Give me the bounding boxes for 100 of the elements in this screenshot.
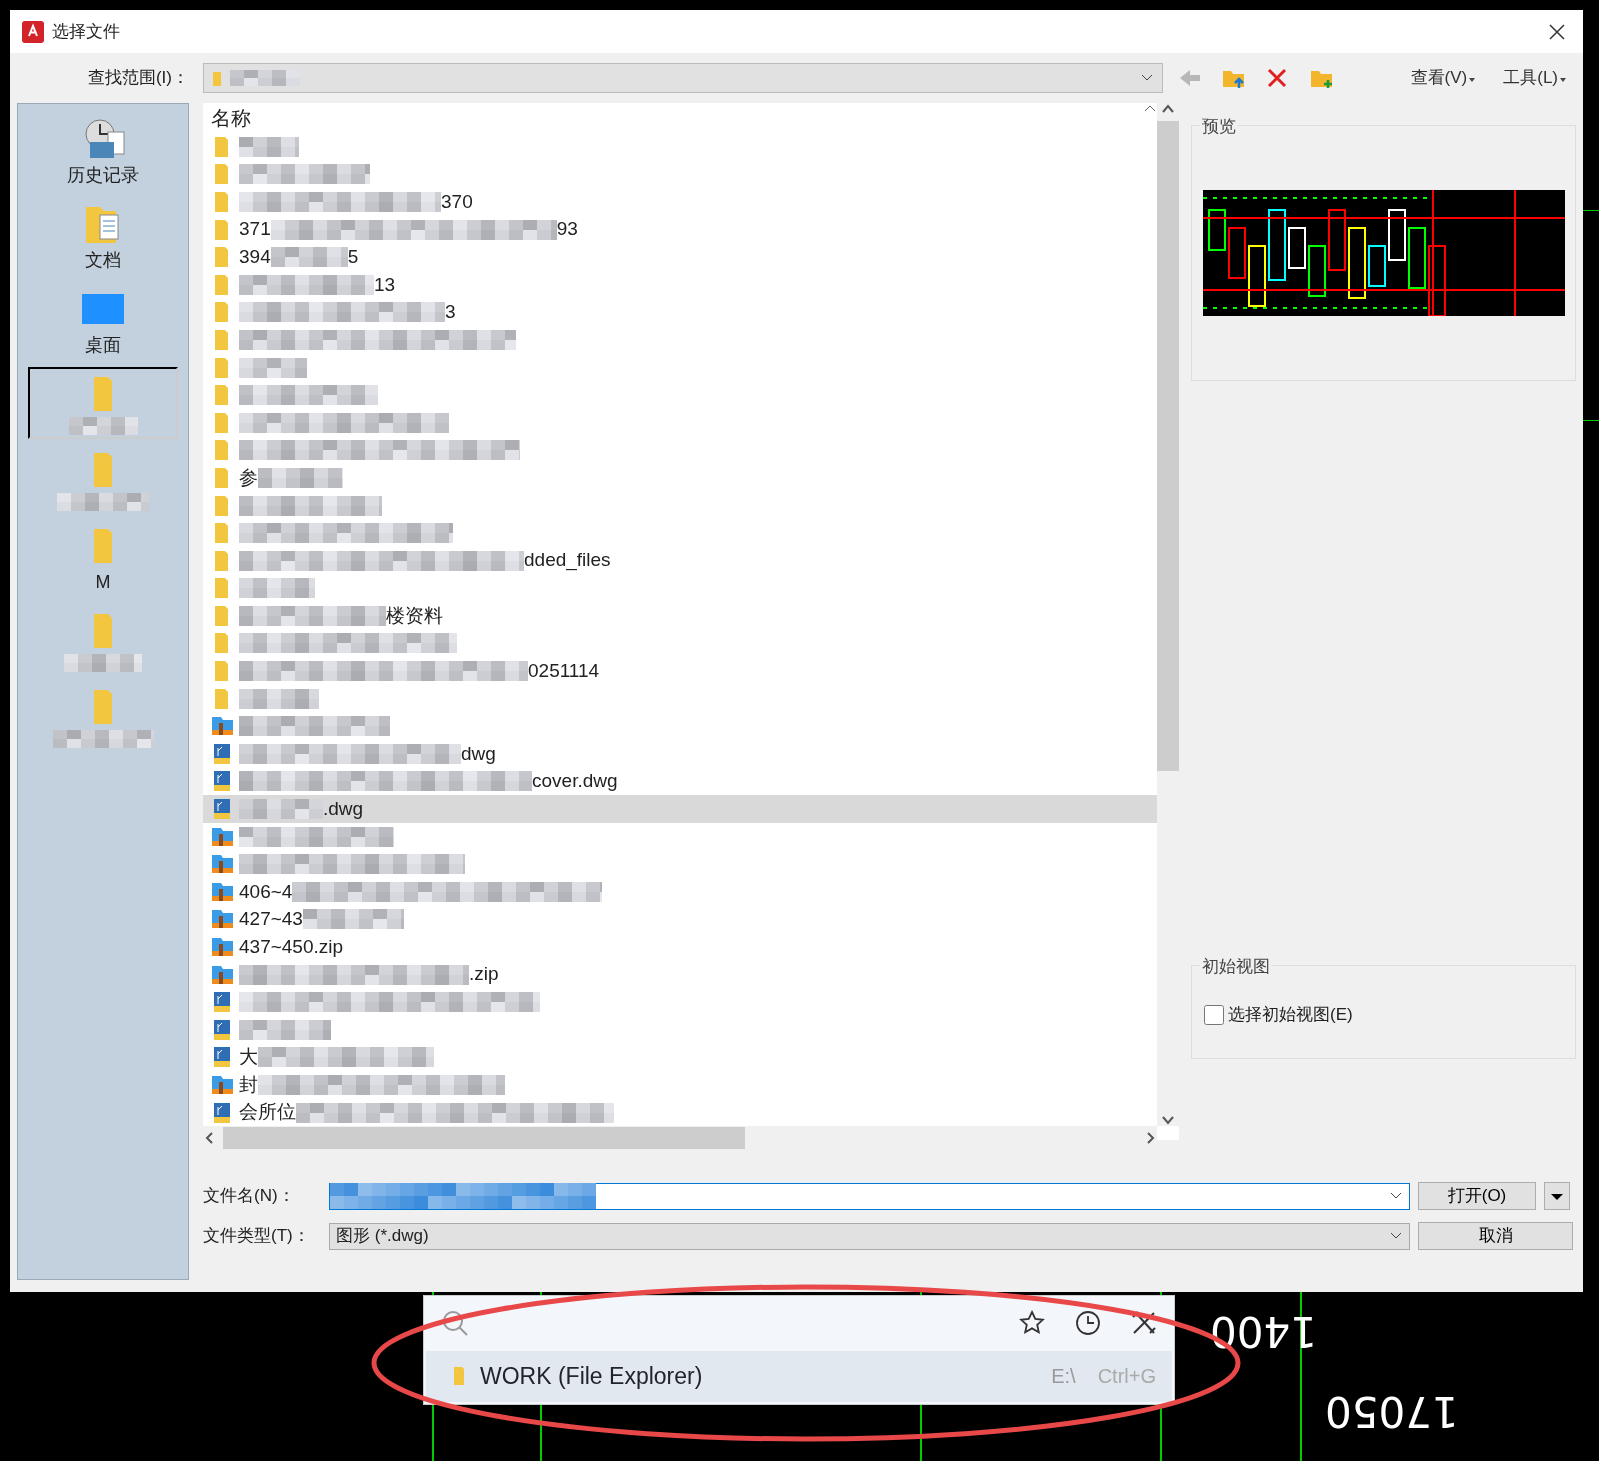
file-name-text: .zip — [469, 962, 499, 987]
folder-icon — [215, 633, 228, 654]
menu-button[interactable]: 查看(V) — [1402, 65, 1486, 91]
zip-folder-icon — [211, 853, 233, 876]
file-name-input[interactable] — [329, 1182, 1410, 1210]
sidebar-item[interactable]: 历史记录 — [28, 112, 178, 193]
file-row[interactable]: 371 93 — [203, 215, 1157, 244]
field-label: 文件名(N)： — [203, 1185, 296, 1208]
search-result-item[interactable]: WORK (File Explorer) E:\ Ctrl+G — [426, 1350, 1172, 1402]
clock-icon[interactable] — [1074, 1309, 1102, 1338]
zip-folder-icon — [211, 936, 233, 958]
folder-icon — [215, 164, 228, 185]
file-row[interactable]: dwg — [203, 740, 1157, 768]
file-row[interactable]: 13 — [203, 270, 1157, 299]
folder-icon — [215, 192, 228, 212]
file-name-text: 参 — [239, 465, 258, 490]
drawing-file-icon — [211, 991, 233, 1014]
file-name-text: .dwg — [323, 796, 364, 821]
cancel-button[interactable]: 取消 — [1418, 1222, 1573, 1250]
file-row[interactable]: 参 — [203, 464, 1157, 492]
file-row[interactable]: 406~4 — [203, 878, 1157, 906]
file-name-text: dded_files — [524, 548, 611, 573]
file-row[interactable]: 大 — [203, 1043, 1157, 1072]
close-icon[interactable] — [1548, 23, 1566, 42]
dimension-text: 1400 — [1210, 1306, 1317, 1358]
folder-icon — [215, 219, 228, 240]
blurred-text — [239, 136, 299, 157]
sidebar-item[interactable]: M — [28, 519, 178, 600]
menu-button[interactable]: 工具(L) — [1495, 65, 1576, 91]
file-name-text: 封 — [239, 1072, 258, 1097]
file-row[interactable]: 会所位 — [203, 1098, 1157, 1127]
file-name-text: 0251114 — [528, 658, 600, 683]
folder-icon — [215, 302, 228, 323]
folder-icon — [215, 385, 228, 406]
sidebar-item[interactable] — [28, 367, 178, 439]
file-name-text: 371 — [239, 217, 271, 242]
scrollbar-thumb[interactable] — [223, 1127, 745, 1150]
file-row[interactable]: .dwg — [203, 795, 1157, 823]
file-name-text: 370 — [441, 189, 473, 214]
drawing-file-icon — [211, 1046, 233, 1069]
folder-icon — [215, 550, 228, 571]
file-row[interactable]: .zip — [203, 960, 1157, 989]
vertical-scrollbar[interactable] — [1157, 103, 1179, 1127]
dropdown-button[interactable] — [1544, 1182, 1570, 1210]
file-name-text: 93 — [556, 217, 578, 242]
drawing-file-icon — [211, 1018, 233, 1041]
folder-icon — [215, 578, 228, 599]
sidebar-item[interactable]: 文档 — [28, 197, 178, 278]
folder-icon — [215, 329, 228, 350]
folder-icon — [215, 495, 228, 516]
checkbox[interactable] — [1204, 1004, 1224, 1025]
column-header[interactable]: 名称 — [203, 103, 251, 133]
file-row[interactable]: 427~43 — [203, 905, 1157, 934]
folder-icon — [94, 529, 112, 563]
file-row[interactable]: 394 5 — [203, 243, 1157, 271]
file-row[interactable]: 3 — [203, 298, 1157, 327]
checkbox-label: 选择初始视图(E) — [1228, 1004, 1353, 1026]
file-name-text: cover.dwg — [532, 769, 618, 794]
drawing-file-icon — [211, 798, 233, 821]
file-row[interactable]: 437~450.zip — [203, 933, 1157, 961]
file-row[interactable]: 楼资料 — [203, 602, 1157, 630]
scroll-down-icon — [1161, 1114, 1175, 1127]
zip-folder-icon — [211, 963, 233, 986]
zip-folder-icon — [211, 1074, 233, 1096]
folder-icon — [215, 523, 228, 544]
caret-icon[interactable] — [1550, 1192, 1564, 1201]
file-row[interactable]: 370 — [203, 188, 1157, 216]
result-path: E:\ — [1051, 1364, 1076, 1390]
horizontal-scrollbar[interactable] — [203, 1126, 1157, 1151]
folder-icon — [215, 605, 228, 626]
file-name-text: 437~450.zip — [239, 934, 344, 959]
file-type-dropdown[interactable]: 图形 (*.dwg) — [329, 1222, 1410, 1250]
sidebar-item[interactable]: 桌面 — [28, 282, 178, 363]
file-name-text: 13 — [374, 272, 396, 297]
folder-icon — [215, 440, 228, 461]
folder-icon — [452, 1365, 466, 1388]
folder-icon — [94, 614, 112, 648]
file-name-text: 427~43 — [239, 907, 303, 932]
zip-folder-icon — [211, 880, 233, 903]
app-logo-icon — [22, 20, 44, 43]
file-name-text: dwg — [461, 741, 496, 766]
zip-folder-icon — [211, 825, 233, 848]
folder-icon — [215, 467, 228, 488]
file-row[interactable]: dded_files — [203, 546, 1157, 575]
file-name-text: 3 — [445, 300, 456, 325]
folder-icon — [215, 661, 228, 682]
file-name-text: 406~4 — [239, 879, 293, 904]
result-title: WORK (File Explorer) — [480, 1362, 704, 1392]
file-row[interactable]: 0251114 — [203, 657, 1157, 685]
window-title: 选择文件 — [52, 20, 120, 43]
field-label: 文件类型(T)： — [203, 1225, 311, 1248]
scrollbar-thumb[interactable] — [1157, 121, 1179, 771]
look-in-dropdown[interactable] — [203, 63, 1163, 93]
open-button[interactable]: 打开(O) — [1418, 1182, 1536, 1210]
file-row[interactable]: cover.dwg — [203, 767, 1157, 796]
drawing-file-icon — [211, 770, 233, 793]
folder-icon — [94, 453, 112, 487]
zip-folder-icon — [211, 715, 233, 738]
file-row[interactable]: 封 — [203, 1071, 1157, 1099]
folder-icon — [94, 690, 112, 724]
